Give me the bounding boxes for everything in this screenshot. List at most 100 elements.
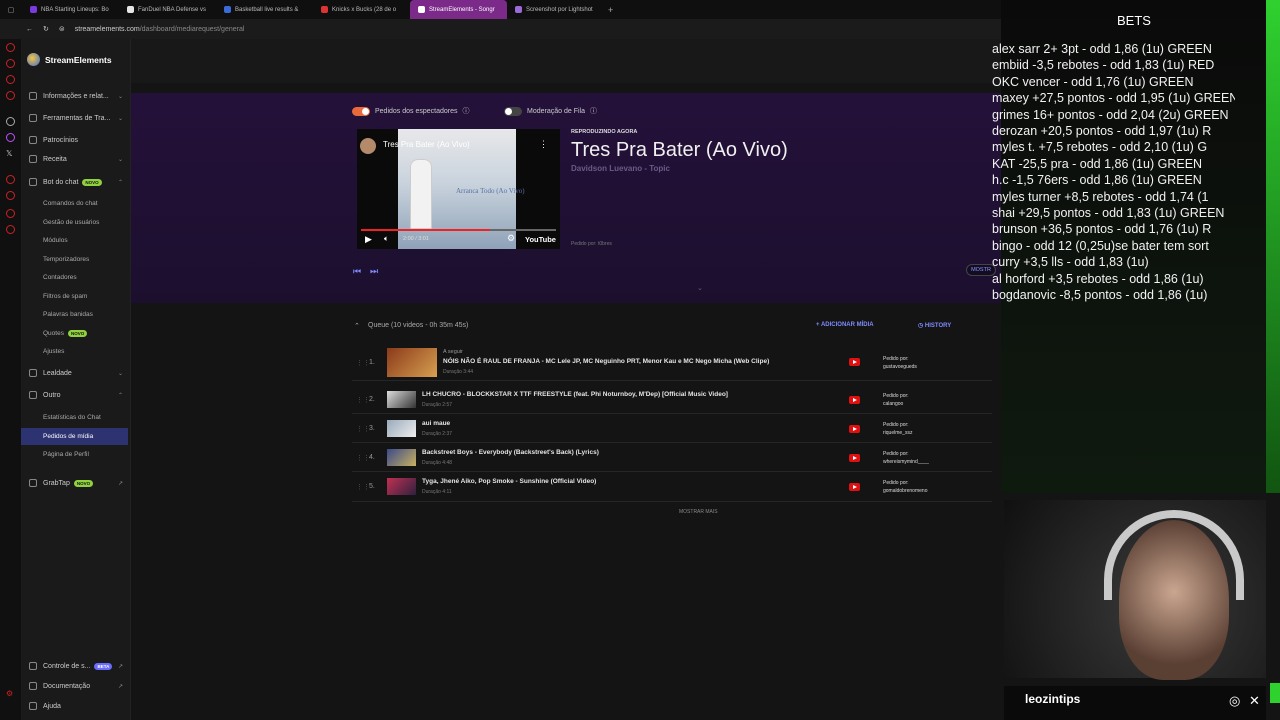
twitch-icon[interactable] — [6, 133, 15, 142]
sidebar-item-tools[interactable]: Ferramentas de Tra... ⌄ — [21, 109, 131, 127]
sidebar-subitem-label: Filtros de spam — [43, 293, 88, 300]
viewer-requests-toggle[interactable]: Pedidos dos espectadores ⓘ — [352, 106, 470, 116]
youtube-icon[interactable] — [849, 454, 860, 462]
rail-app-icon[interactable] — [6, 117, 15, 126]
back-icon[interactable]: ← — [26, 26, 33, 33]
previous-icon[interactable]: ⏮ — [353, 266, 361, 277]
youtube-icon[interactable] — [849, 396, 860, 404]
sidebar-item-user-management[interactable]: Gestão de usuários — [21, 214, 131, 231]
rail-app-icon[interactable] — [6, 209, 15, 218]
queue-item-title: NÓIS NÃO É RAUL DE FRANJA - MC Lele JP, … — [443, 358, 770, 365]
sidebar-item-label: Bot do chat — [43, 178, 79, 186]
x-icon[interactable]: 𝕏 — [6, 149, 12, 158]
sidebar-item-timers[interactable]: Temporizadores — [21, 251, 131, 268]
browser-tab[interactable]: Knicks x Bucks (28 de o — [313, 0, 410, 19]
video-progress-fill — [361, 229, 490, 231]
new-tab-icon[interactable]: + — [604, 5, 613, 15]
queue-moderation-toggle[interactable]: Moderação de Fila ⓘ — [504, 106, 597, 116]
sidebar: StreamElements Informações e relat... ⌄ F… — [21, 39, 131, 720]
sidebar-item-spam-filters[interactable]: Filtros de spam — [21, 288, 131, 305]
next-icon[interactable]: ⏭ — [370, 266, 378, 277]
youtube-icon[interactable] — [849, 425, 860, 433]
toggle-switch[interactable] — [352, 106, 370, 116]
expand-chevron-icon[interactable]: ⌄ — [697, 284, 703, 292]
tab-list-icon[interactable]: ▢ — [0, 6, 22, 14]
queue-row[interactable]: ⋮⋮ 2. LH CHUCRO - BLOCKKSTAR X TTF FREES… — [352, 385, 992, 414]
rail-app-icon[interactable] — [6, 59, 15, 68]
rail-app-icon[interactable] — [6, 91, 15, 100]
sidebar-item-help[interactable]: Ajuda — [21, 697, 131, 715]
queue-row[interactable]: ⋮⋮ 1. A seguir NÓIS NÃO É RAUL DE FRANJA… — [352, 345, 992, 381]
reload-icon[interactable]: ↻ — [43, 25, 49, 33]
show-more-queue-button[interactable]: MOSTRAR MAIS — [679, 509, 718, 515]
sidebar-item-info[interactable]: Informações e relat... ⌄ — [21, 87, 131, 105]
other-icon — [29, 391, 37, 399]
sidebar-item-chatbot[interactable]: Bot do chat NOVO ⌃ — [21, 173, 131, 191]
rail-app-icon[interactable] — [6, 75, 15, 84]
sidebar-item-banned-words[interactable]: Palavras banidas — [21, 306, 131, 323]
sidebar-item-modules[interactable]: Módulos — [21, 232, 131, 249]
drag-handle-icon[interactable]: ⋮⋮ — [356, 396, 370, 404]
bet-line: OKC vencer - odd 1,76 (1u) GREEN — [992, 74, 1194, 89]
browser-tab[interactable]: FanDuel NBA Defense vs — [119, 0, 216, 19]
rail-app-icon[interactable] — [6, 225, 15, 234]
sidebar-item-other[interactable]: Outro ⌃ — [21, 386, 131, 404]
queue-row-number: 2. — [369, 396, 375, 403]
sidebar-item-grabtap[interactable]: GrabTap NOVO ↗ — [21, 474, 131, 492]
sponsorship-icon — [29, 136, 37, 144]
help-icon: ⓘ — [462, 108, 470, 115]
browser-tab[interactable]: Basketball live results & — [216, 0, 313, 19]
sidebar-item-stream-control[interactable]: Controle de s... BETA ↗ — [21, 657, 131, 675]
youtube-logo[interactable]: YouTube — [525, 235, 556, 244]
chatbot-icon — [29, 178, 37, 186]
rail-app-icon[interactable] — [6, 175, 15, 184]
youtube-icon[interactable] — [849, 358, 860, 366]
more-options-icon[interactable]: ⋮ — [539, 139, 548, 150]
sidebar-item-chat-commands[interactable]: Comandos do chat — [21, 195, 131, 212]
sidebar-item-quotes[interactable]: Quotes NOVO — [21, 325, 131, 342]
drag-handle-icon[interactable]: ⋮⋮ — [356, 483, 370, 491]
video-progress-bar[interactable] — [361, 229, 556, 231]
sidebar-subitem-label: Pedidos de mídia — [43, 433, 94, 440]
chevron-down-icon: ⌄ — [117, 370, 123, 377]
settings-icon[interactable]: ⚙ — [507, 233, 515, 244]
sidebar-item-loyalty[interactable]: Lealdade ⌄ — [21, 364, 131, 382]
sidebar-item-sponsorships[interactable]: Patrocínios — [21, 131, 131, 149]
play-icon[interactable]: ▶ — [365, 234, 372, 245]
sidebar-item-counters[interactable]: Contadores — [21, 269, 131, 286]
url-field[interactable]: streamelements.com/dashboard/mediareques… — [75, 26, 245, 33]
sidebar-item-profile-page[interactable]: Página de Perfil — [21, 446, 131, 463]
browser-tab[interactable]: NBA Starting Lineups: Bo — [22, 0, 119, 19]
sidebar-item-settings[interactable]: Ajustes — [21, 343, 131, 360]
toggle-switch[interactable] — [504, 106, 522, 116]
sidebar-item-revenue[interactable]: Receita ⌄ — [21, 150, 131, 168]
queue-row[interactable]: ⋮⋮ 4. Backstreet Boys - Everybody (Backs… — [352, 443, 992, 472]
queue-summary: Queue (10 videos - 0h 35m 45s) — [368, 322, 469, 329]
history-button[interactable]: ◷ HISTORY — [918, 322, 951, 329]
bet-line: brunson +36,5 pontos - odd 1,76 (1u) R — [992, 222, 1212, 237]
browser-tab-active[interactable]: StreamElements - Songr — [410, 0, 507, 19]
rail-app-icon[interactable] — [6, 43, 15, 52]
site-info-icon[interactable]: ⊜ — [59, 25, 65, 33]
video-player[interactable]: Arranca Todo (Ao Vivo) Tres Pra Bater (A… — [357, 129, 560, 249]
drag-handle-icon[interactable]: ⋮⋮ — [356, 425, 370, 433]
add-media-button[interactable]: + ADICIONAR MÍDIA — [816, 322, 874, 328]
new-badge: NOVO — [73, 479, 94, 487]
sidebar-item-media-requests[interactable]: Pedidos de mídia — [21, 428, 128, 445]
youtube-icon[interactable] — [849, 483, 860, 491]
overlay-green-border — [1266, 0, 1280, 493]
volume-icon[interactable]: 🔈︎ — [384, 234, 389, 244]
brand[interactable]: StreamElements — [27, 53, 112, 66]
rail-app-icon[interactable] — [6, 191, 15, 200]
sidebar-item-chat-stats[interactable]: Estatísticas do Chat — [21, 409, 131, 426]
drag-handle-icon[interactable]: ⋮⋮ — [356, 359, 370, 367]
queue-row[interactable]: ⋮⋮ 3. aui maue Duração 2:37 Pedido por: r… — [352, 414, 992, 443]
rail-settings-icon[interactable]: ⚙ — [6, 689, 13, 698]
browser-tab[interactable]: Screenshot por Lightshot — [507, 0, 604, 19]
drag-handle-icon[interactable]: ⋮⋮ — [356, 454, 370, 462]
queue-row[interactable]: ⋮⋮ 5. Tyga, Jhené Aiko, Pop Smoke - Suns… — [352, 472, 992, 502]
sidebar-subitem-label: Quotes — [43, 330, 64, 337]
sidebar-item-docs[interactable]: Documentação ↗ — [21, 677, 131, 695]
queue-thumbnail — [387, 348, 437, 377]
collapse-chevron-icon[interactable]: ⌃ — [354, 322, 360, 330]
